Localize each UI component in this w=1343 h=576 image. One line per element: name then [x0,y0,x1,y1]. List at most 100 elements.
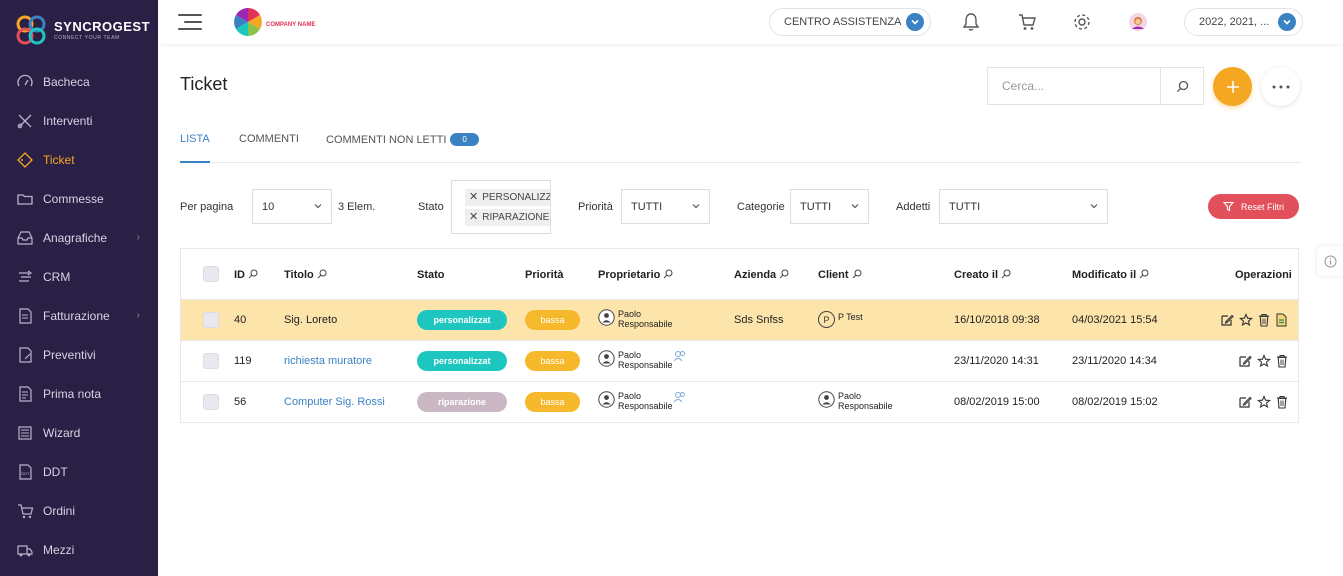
company-name: COMPANY NAME [266,22,316,28]
year-select[interactable]: 2022, 2021, ... [1184,8,1303,36]
sidebar-item-wizard[interactable]: Wizard [0,413,158,452]
table-row[interactable]: 40 Sig. Loreto personalizzat bassa Paolo Resp… [181,300,1298,341]
owner: Paolo Responsabile [598,350,687,370]
user-avatar[interactable] [1127,11,1149,33]
priorita-select[interactable]: TUTTI [621,189,710,224]
row-checkbox[interactable] [203,353,219,369]
ticket-id: 56 [234,396,247,408]
reset-filters-button[interactable]: Reset Filtri [1208,194,1299,219]
select-all-checkbox[interactable] [203,266,219,282]
row-checkbox[interactable] [203,394,219,410]
cart-icon[interactable] [1016,11,1038,33]
sidebar-item-crm[interactable]: CRM [0,257,158,296]
add-ticket-button[interactable] [1213,67,1252,106]
tab-commenti[interactable]: COMMENTI [239,133,299,163]
edit-icon[interactable] [1220,313,1234,330]
ticket-title-link[interactable]: richiesta muratore [284,355,372,367]
person-icon [598,391,615,411]
bell-icon[interactable] [960,11,982,33]
sidebar-item-preventivi[interactable]: Preventivi [0,335,158,374]
column-header-id[interactable]: ID [234,269,258,281]
owner-last-name: Responsabile [618,319,673,329]
stato-tag[interactable]: ✕ RIPARAZIONE [465,209,550,226]
tag-label: RIPARAZIONE [482,212,550,223]
sidebar-item-fatturazione[interactable]: Fatturazione › [0,296,158,335]
star-icon[interactable] [1257,395,1271,412]
column-header-creato[interactable]: Creato il [954,269,1011,281]
sidebar-item-interventi[interactable]: Interventi [0,101,158,140]
search-icon[interactable] [852,269,862,279]
more-options-button[interactable] [1261,67,1300,106]
users-icon[interactable] [673,350,687,365]
sidebar-item-prima-nota[interactable]: Prima nota [0,374,158,413]
categorie-label: Categorie [737,201,785,213]
trash-icon[interactable] [1276,395,1288,412]
tab-label: LISTA [180,133,210,145]
users-icon[interactable] [673,391,687,406]
tab-commenti-non-letti[interactable]: COMMENTI NON LETTI 0 [326,133,479,163]
remove-tag-icon[interactable]: ✕ [469,191,478,203]
column-header-modificato[interactable]: Modificato il [1072,269,1149,281]
search-icon[interactable] [663,269,673,279]
syncrogest-logo [14,13,48,47]
search-icon[interactable] [779,269,789,279]
created-date: 08/02/2019 15:00 [954,396,1040,408]
column-header-titolo[interactable]: Titolo [284,269,327,281]
stato-label: Stato [418,201,444,213]
column-header-priorita: Priorità [525,269,564,281]
sidebar-item-ddt[interactable]: DDT DDT [0,452,158,491]
sidebar-item-mezzi[interactable]: Mezzi [0,530,158,569]
star-icon[interactable] [1257,354,1271,371]
sidebar-item-commesse[interactable]: Commesse [0,179,158,218]
row-checkbox[interactable] [203,312,219,328]
search-icon[interactable] [1139,269,1149,279]
column-label: Proprietario [598,269,661,281]
truck-icon [16,541,34,559]
search-button[interactable] [1160,68,1203,104]
search-icon[interactable] [248,269,258,279]
remove-tag-icon[interactable]: ✕ [469,211,478,223]
ticket-title-link[interactable]: Sig. Loreto [284,314,337,326]
search-icon[interactable] [1001,269,1011,279]
column-header-azienda[interactable]: Azienda [734,269,789,281]
table-row[interactable]: 119 richiesta muratore personalizzat bassa P… [181,341,1298,382]
addetti-select[interactable]: TUTTI [939,189,1108,224]
table-header: ID Titolo Stato Priorità Proprietario Az… [181,249,1298,300]
modified-date: 04/03/2021 15:54 [1072,314,1158,326]
search-input[interactable] [988,68,1160,104]
edit-icon[interactable] [1238,395,1252,412]
trash-icon[interactable] [1258,313,1270,330]
help-center-select[interactable]: CENTRO ASSISTENZA [769,8,931,36]
ticket-icon [16,151,34,169]
ticket-title-link[interactable]: Computer Sig. Rossi [284,396,385,408]
per-page-select[interactable]: 10 [252,189,332,224]
sidebar-item-bacheca[interactable]: Bacheca [0,62,158,101]
folder-icon [16,190,34,208]
topbar: COMPANY NAME CENTRO ASSISTENZA 2022, 202… [158,0,1343,44]
table-row[interactable]: 56 Computer Sig. Rossi riparazione bassa Pao… [181,382,1298,423]
sidebar-item-ticket[interactable]: Ticket [0,140,158,179]
info-panel-toggle[interactable] [1317,246,1343,276]
trash-icon[interactable] [1276,354,1288,371]
gear-icon[interactable] [1071,11,1093,33]
search-icon[interactable] [317,269,327,279]
sidebar-item-label: Fatturazione [43,308,110,323]
svg-text:DDT: DDT [21,471,30,476]
column-header-client[interactable]: Client [818,269,862,281]
tab-lista[interactable]: LISTA [180,133,210,163]
document-icon[interactable] [1275,313,1288,330]
categorie-select[interactable]: TUTTI [790,189,869,224]
column-header-proprietario[interactable]: Proprietario [598,269,673,281]
company-logo[interactable]: COMPANY NAME [232,5,322,39]
sidebar-item-ordini[interactable]: Ordini [0,491,158,530]
brand-tagline: CONNECT YOUR TEAM [54,35,120,41]
stato-tag[interactable]: ✕ PERSONALIZZAT [465,189,550,206]
star-icon[interactable] [1239,313,1253,330]
edit-icon[interactable] [1238,354,1252,371]
sidebar-item-anagrafiche[interactable]: Anagrafiche › [0,218,158,257]
wizard-icon [16,424,34,442]
stato-multiselect[interactable]: ✕ PERSONALIZZAT ✕ RIPARAZIONE [451,180,551,234]
brand[interactable]: SYNCROGEST CONNECT YOUR TEAM [0,0,158,60]
addetti-value: TUTTI [949,200,981,213]
menu-toggle-icon[interactable] [178,14,202,30]
